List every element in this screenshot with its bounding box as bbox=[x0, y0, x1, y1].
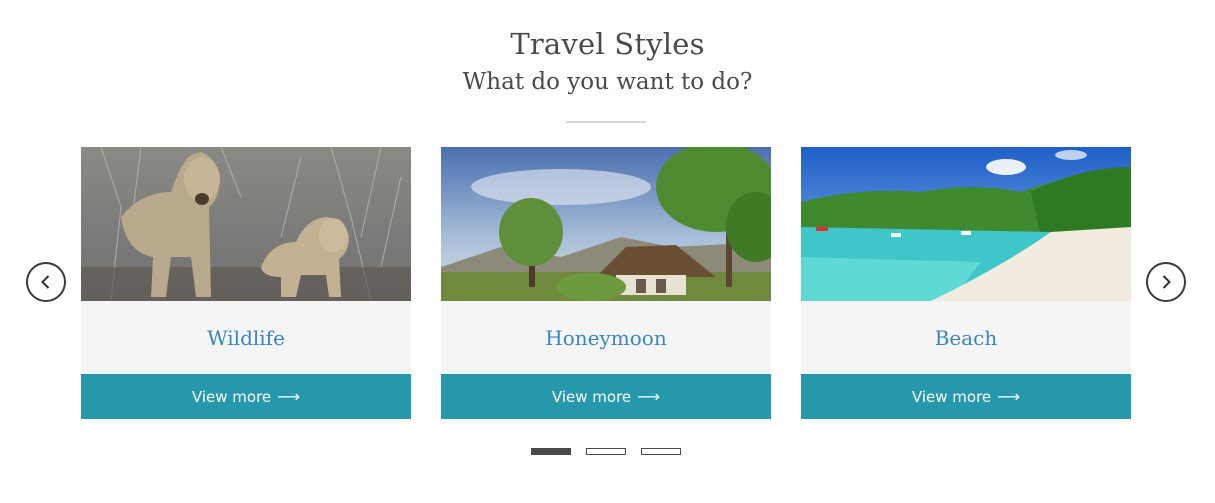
pagination-dot-2[interactable] bbox=[586, 448, 626, 455]
arrow-right-icon: ⟶ bbox=[637, 386, 661, 406]
thatched-lodge-photo[interactable] bbox=[441, 147, 771, 301]
lioness-and-cub-photo[interactable] bbox=[81, 147, 411, 301]
view-more-button-wildlife[interactable]: View more ⟶ bbox=[81, 374, 411, 419]
card-wildlife: Wildlife View more ⟶ bbox=[81, 147, 411, 419]
heading-divider bbox=[566, 121, 646, 123]
section-title: Travel Styles bbox=[510, 27, 705, 61]
arrow-right-icon: ⟶ bbox=[997, 386, 1021, 406]
view-more-button-honeymoon[interactable]: View more ⟶ bbox=[441, 374, 771, 419]
view-more-label: View more bbox=[911, 387, 992, 406]
chevron-right-icon bbox=[1162, 275, 1171, 289]
arrow-right-icon: ⟶ bbox=[277, 386, 301, 406]
view-more-label: View more bbox=[191, 387, 272, 406]
card-honeymoon: Honeymoon View more ⟶ bbox=[441, 147, 771, 419]
carousel-next-button[interactable] bbox=[1146, 262, 1186, 302]
travel-styles-section: Travel Styles What do you want to do? Wi… bbox=[0, 0, 1215, 503]
pagination-dot-1[interactable] bbox=[531, 448, 571, 455]
view-more-button-beach[interactable]: View more ⟶ bbox=[801, 374, 1131, 419]
carousel-pagination bbox=[531, 448, 681, 455]
section-subtitle: What do you want to do? bbox=[462, 69, 753, 95]
carousel-prev-button[interactable] bbox=[26, 262, 66, 302]
card-title-beach[interactable]: Beach bbox=[801, 301, 1131, 374]
pagination-dot-3[interactable] bbox=[641, 448, 681, 455]
card-title-wildlife[interactable]: Wildlife bbox=[81, 301, 411, 374]
tropical-beach-photo[interactable] bbox=[801, 147, 1131, 301]
card-beach: Beach View more ⟶ bbox=[801, 147, 1131, 419]
chevron-left-icon bbox=[41, 275, 50, 289]
section-heading: Travel Styles What do you want to do? bbox=[0, 24, 1215, 100]
card-title-honeymoon[interactable]: Honeymoon bbox=[441, 301, 771, 374]
view-more-label: View more bbox=[551, 387, 632, 406]
